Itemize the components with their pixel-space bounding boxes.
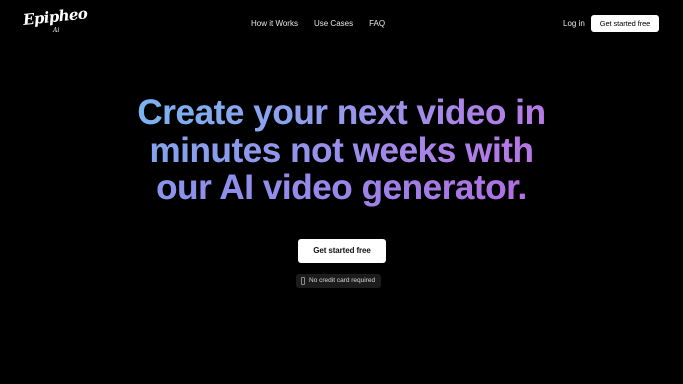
- hero-title-line-2: minutes not weeks with: [0, 131, 683, 170]
- header-get-started-button[interactable]: Get started free: [591, 15, 659, 32]
- credit-card-icon: [301, 277, 305, 285]
- logo-wordmark: Epipheo: [22, 4, 89, 29]
- main-nav: How it Works Use Cases FAQ: [251, 18, 385, 29]
- login-link[interactable]: Log in: [563, 18, 585, 29]
- hero-get-started-button[interactable]: Get started free: [298, 239, 386, 263]
- hero-title-line-1: Create your next video in: [0, 94, 683, 132]
- logo-sub: Ai: [53, 27, 60, 34]
- hero-title-line-3: our AI video generator.: [0, 169, 683, 207]
- nav-how-it-works[interactable]: How it Works: [251, 18, 298, 29]
- badge-text: No credit card required: [309, 277, 376, 284]
- hero-title: Create your next video in minutes not we…: [0, 94, 683, 207]
- nav-faq[interactable]: FAQ: [369, 18, 385, 29]
- no-credit-card-badge: No credit card required: [296, 274, 382, 288]
- logo[interactable]: Epipheo Ai: [22, 4, 88, 39]
- nav-use-cases[interactable]: Use Cases: [314, 18, 353, 29]
- landing-page: Epipheo Ai How it Works Use Cases FAQ Lo…: [0, 0, 683, 384]
